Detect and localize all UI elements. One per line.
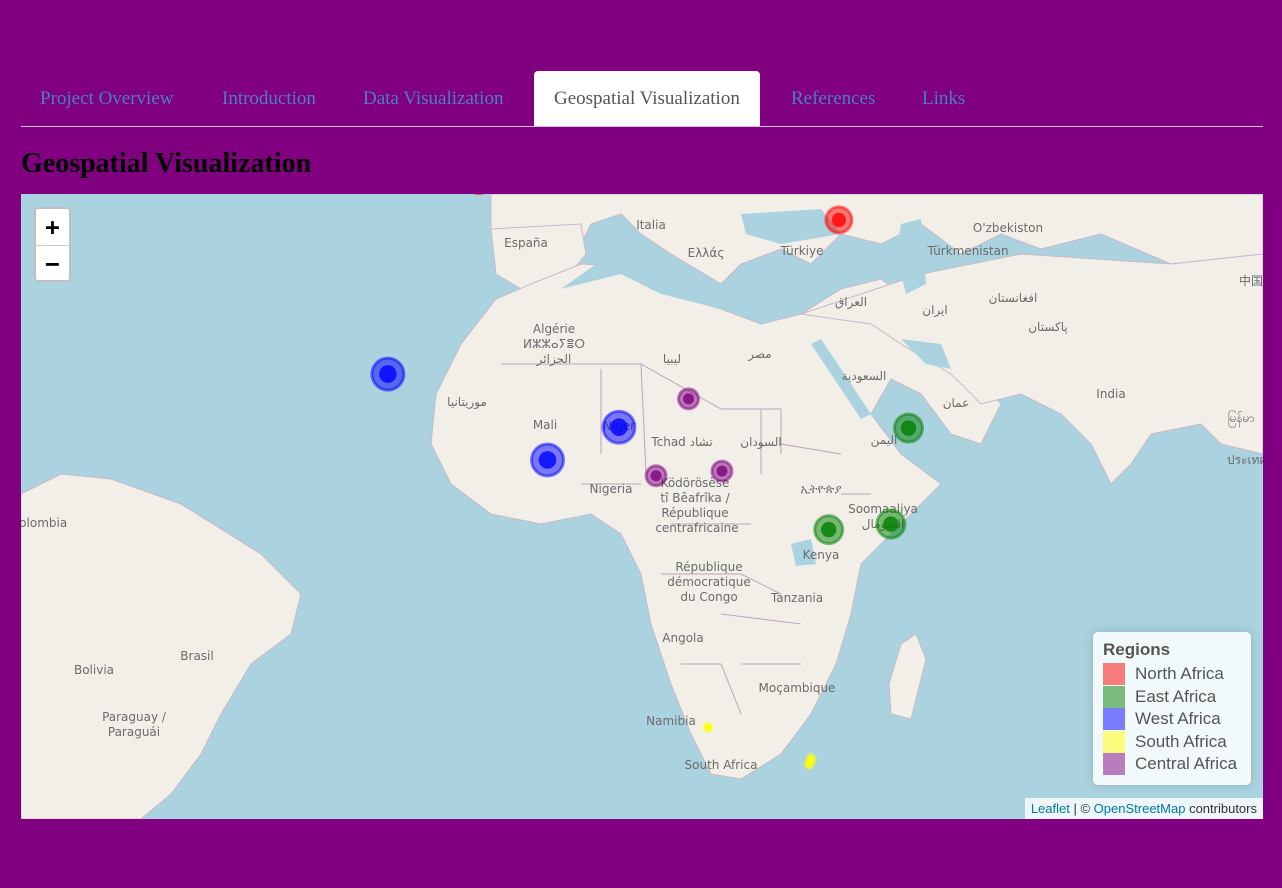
legend-label: Central Africa xyxy=(1135,754,1238,774)
legend-item: North Africa xyxy=(1103,663,1241,686)
map-legend: Regions North Africa East Africa West Af… xyxy=(1093,632,1251,785)
page-title: Geospatial Visualization xyxy=(21,148,312,179)
tab-references[interactable]: References xyxy=(791,71,875,126)
osm-link[interactable]: OpenStreetMap xyxy=(1094,801,1186,816)
marker-layer xyxy=(370,194,924,770)
legend-item: Central Africa xyxy=(1103,753,1241,776)
map-marker[interactable] xyxy=(813,514,845,546)
legend-label: West Africa xyxy=(1135,709,1221,729)
legend-label: South Africa xyxy=(1135,731,1227,751)
legend-item: West Africa xyxy=(1103,708,1241,731)
marker-core xyxy=(650,470,662,482)
attribution-contributors: contributors xyxy=(1185,801,1257,816)
map-marker[interactable] xyxy=(702,721,714,733)
map-marker[interactable] xyxy=(803,758,815,770)
marker-core xyxy=(538,451,557,469)
legend-label: East Africa xyxy=(1135,686,1217,706)
map-marker[interactable] xyxy=(601,409,637,445)
legend-swatch xyxy=(1103,708,1125,731)
legend-item: South Africa xyxy=(1103,730,1241,754)
legend-swatch xyxy=(1103,685,1125,708)
map-marker[interactable] xyxy=(370,356,406,392)
map-marker[interactable] xyxy=(644,464,668,488)
legend-label: North Africa xyxy=(1135,664,1224,684)
legend-title: Regions xyxy=(1103,640,1171,659)
tab-data-visualization[interactable]: Data Visualization xyxy=(363,71,503,126)
marker-core xyxy=(716,465,728,477)
map-marker[interactable] xyxy=(824,205,854,235)
attribution-separator: | © xyxy=(1069,801,1094,816)
tab-bar: Project Overview Introduction Data Visua… xyxy=(21,71,1263,127)
tab-links[interactable]: Links xyxy=(922,71,965,126)
map-marker[interactable] xyxy=(530,442,565,478)
marker-core xyxy=(831,212,847,228)
marker-core xyxy=(883,516,899,532)
map-marker[interactable] xyxy=(892,412,924,444)
legend-swatch xyxy=(1103,730,1125,753)
marker-core xyxy=(379,365,397,383)
tab-geospatial-visualization[interactable]: Geospatial Visualization xyxy=(534,71,760,126)
zoom-out-button[interactable]: − xyxy=(36,245,69,282)
map-marker[interactable] xyxy=(875,508,907,540)
zoom-in-button[interactable]: + xyxy=(36,209,69,245)
map-container[interactable]: España Italia Ελλάς Türkiye O'zbekiston … xyxy=(21,194,1263,819)
legend-item: East Africa xyxy=(1103,685,1241,709)
map-attribution: Leaflet | © OpenStreetMap contributors xyxy=(1024,798,1263,819)
marker-core xyxy=(683,393,695,405)
marker-core xyxy=(820,521,837,538)
zoom-control: + − xyxy=(34,207,71,282)
map-marker[interactable] xyxy=(677,387,701,411)
tab-project-overview[interactable]: Project Overview xyxy=(40,71,173,126)
marker-core xyxy=(900,420,917,436)
leaflet-link[interactable]: Leaflet xyxy=(1031,801,1070,816)
legend-swatch xyxy=(1103,753,1125,776)
marker-core xyxy=(610,418,628,436)
marker-core xyxy=(705,724,712,731)
map-marker[interactable] xyxy=(710,459,734,483)
tab-introduction[interactable]: Introduction xyxy=(222,71,316,126)
legend-swatch xyxy=(1103,663,1125,686)
marker-core xyxy=(806,761,813,768)
